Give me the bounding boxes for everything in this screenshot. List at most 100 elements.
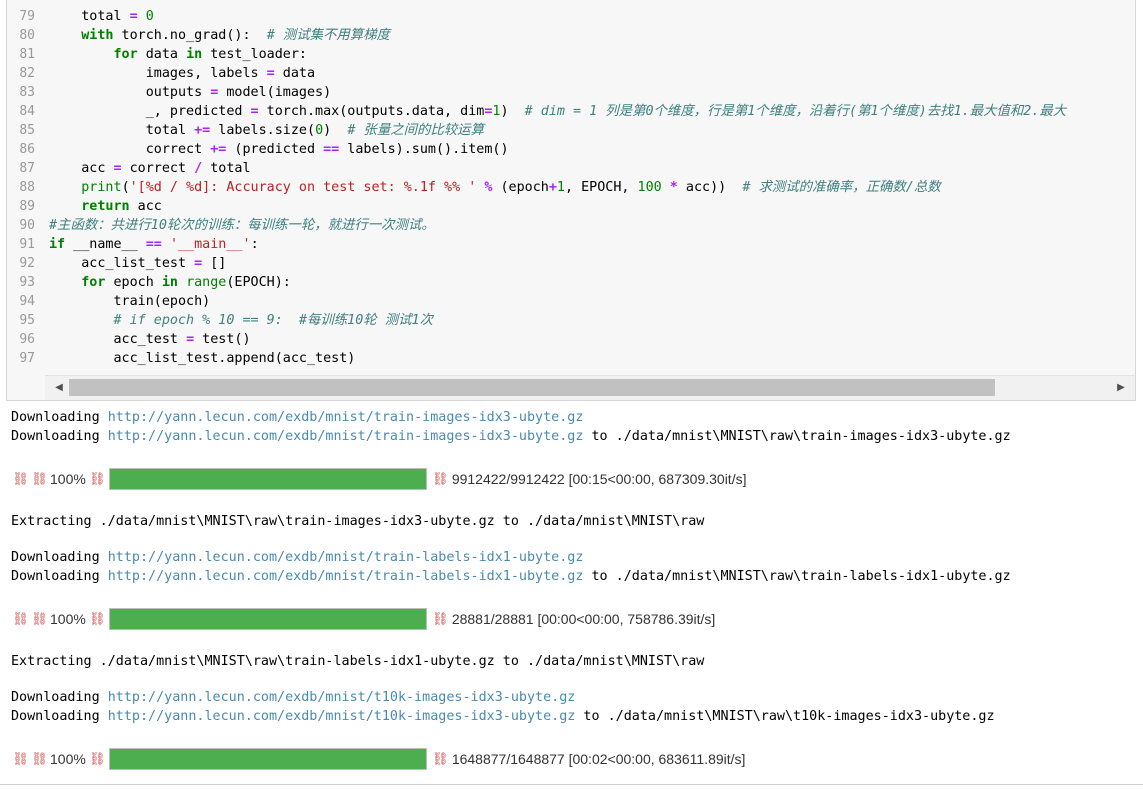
line-number: 91 <box>19 237 35 252</box>
horizontal-scrollbar[interactable]: ◀ ▶ <box>45 375 1135 400</box>
code-line[interactable]: 96 acc_test = test() <box>7 330 1135 349</box>
broken-image-icon: ⛓ <box>12 751 29 767</box>
code-line[interactable]: 95 # if epoch % 10 == 9: #每训练10轮 测试1次 <box>7 311 1135 330</box>
code-token: (EPOCH): <box>226 275 291 290</box>
download-url-link[interactable]: http://yann.lecun.com/exdb/mnist/train-l… <box>108 569 584 584</box>
code-token: acc_list_test <box>49 256 195 271</box>
code-line[interactable]: 87 acc = correct / total <box>7 159 1135 178</box>
line-number: 88 <box>19 180 35 195</box>
code-text: _, predicted = torch.max(outputs.data, d… <box>49 102 1066 121</box>
code-line[interactable]: 84 _, predicted = torch.max(outputs.data… <box>7 102 1135 121</box>
broken-image-icon: ⛓ <box>12 611 29 627</box>
output-text: Downloading <box>11 410 108 425</box>
download-url-link[interactable]: http://yann.lecun.com/exdb/mnist/t10k-im… <box>108 709 576 724</box>
code-cell[interactable]: 79 total = 0 80 with torch.no_grad(): # 测… <box>6 0 1136 401</box>
code-token: range <box>186 275 227 290</box>
code-line[interactable]: 86 correct += (predicted == labels).sum(… <box>7 140 1135 159</box>
line-number: 94 <box>19 294 35 309</box>
progress-stats: 1648877/1648877 [00:02<00:00, 683611.89i… <box>451 751 746 767</box>
code-token: total <box>49 123 195 138</box>
code-text: acc_test = test() <box>49 330 250 349</box>
download-url-link[interactable]: http://yann.lecun.com/exdb/mnist/train-l… <box>108 550 584 565</box>
code-token: [] <box>202 256 227 271</box>
code-line[interactable]: 90 #主函数：共进行10轮次的训练：每训练一轮，就进行一次测试。 <box>7 216 1135 235</box>
code-token: += <box>194 123 211 138</box>
code-line[interactable]: 83 outputs = model(images) <box>7 83 1135 102</box>
broken-image-icon: ⛓ <box>432 611 449 627</box>
code-token: in <box>186 47 203 62</box>
code-token: correct <box>121 161 195 176</box>
code-token: : <box>250 237 259 252</box>
code-line[interactable]: 82 images, labels = data <box>7 64 1135 83</box>
download-url-link[interactable]: http://yann.lecun.com/exdb/mnist/t10k-im… <box>108 690 576 705</box>
code-token: + <box>548 180 557 195</box>
output-line: Downloading http://yann.lecun.com/exdb/m… <box>11 707 1143 726</box>
code-editor[interactable]: 79 total = 0 80 with torch.no_grad(): # 测… <box>7 7 1135 368</box>
line-number: 95 <box>19 313 35 328</box>
code-line[interactable]: 81 for data in test_loader: <box>7 45 1135 64</box>
code-line[interactable]: 93 for epoch in range(EPOCH): <box>7 273 1135 292</box>
line-number: 79 <box>19 9 35 24</box>
code-token: 100 <box>637 180 662 195</box>
code-line[interactable]: 89 return acc <box>7 197 1135 216</box>
line-number: 90 <box>19 218 35 233</box>
code-line[interactable]: 85 total += labels.size(0) # 张量之间的比较运算 <box>7 121 1135 140</box>
code-token: labels.size( <box>210 123 316 138</box>
code-token: 0 <box>137 9 154 24</box>
code-line[interactable]: 80 with torch.no_grad(): # 测试集不用算梯度 <box>7 26 1135 45</box>
output-line: Downloading http://yann.lecun.com/exdb/m… <box>11 567 1143 586</box>
output-text: Extracting ./data/mnist\MNIST\raw\train-… <box>11 514 705 529</box>
code-token: = <box>194 256 203 271</box>
code-text: acc_list_test.append(acc_test) <box>49 349 355 368</box>
code-token: # dim = 1 列是第0个维度，行是第1个维度，沿着行(第1个维度)去找1.… <box>524 104 1067 119</box>
code-line[interactable]: 91 if __name__ == '__main__': <box>7 235 1135 254</box>
scrollbar-thumb[interactable] <box>69 379 995 396</box>
code-line[interactable]: 92 acc_list_test = [] <box>7 254 1135 273</box>
code-token: / <box>194 161 203 176</box>
code-token: print <box>49 180 122 195</box>
code-text: acc = correct / total <box>49 159 251 178</box>
code-text: total = 0 <box>49 7 154 26</box>
progress-stats: 9912422/9912422 [00:15<00:00, 687309.30i… <box>451 471 747 487</box>
progress-row: ⛓ ⛓ 100% ⛓ ⛓ 1648877/1648877 [00:02<00:00, 68… <box>11 747 1143 771</box>
code-token: labels).sum().item() <box>339 142 509 157</box>
code-token: (predicted <box>226 142 324 157</box>
progress-row: ⛓ ⛓ 100% ⛓ ⛓ 9912422/9912422 [00:15<00:00, 68… <box>11 467 1143 491</box>
code-token: acc)) <box>677 180 743 195</box>
code-token: total <box>202 161 251 176</box>
output-text: to ./data/mnist\MNIST\raw\train-labels-i… <box>583 569 1011 584</box>
code-token: outputs <box>49 85 211 100</box>
code-token: __name__ <box>65 237 146 252</box>
code-token: return <box>49 199 130 214</box>
download-url-link[interactable]: http://yann.lecun.com/exdb/mnist/train-i… <box>108 429 584 444</box>
code-text: # if epoch % 10 == 9: #每训练10轮 测试1次 <box>49 311 433 330</box>
cell-output: Downloading http://yann.lecun.com/exdb/m… <box>11 408 1143 775</box>
scroll-right-arrow-icon[interactable]: ▶ <box>1113 380 1129 396</box>
code-token: = <box>266 66 275 81</box>
line-number: 83 <box>19 85 35 100</box>
code-line[interactable]: 97 acc_list_test.append(acc_test) <box>7 349 1135 368</box>
code-line[interactable]: 94 train(epoch) <box>7 292 1135 311</box>
code-text: train(epoch) <box>49 292 210 311</box>
code-line[interactable]: 79 total = 0 <box>7 7 1135 26</box>
code-token: # if epoch % 10 == 9: #每训练10轮 测试1次 <box>49 313 433 328</box>
line-number: 86 <box>19 142 35 157</box>
code-line[interactable]: 88 print('[%d / %d]: Accuracy on test se… <box>7 178 1135 197</box>
progress-percent: 100% <box>50 611 86 627</box>
code-token: # 测试集不用算梯度 <box>266 28 390 43</box>
broken-image-icon: ⛓ <box>89 751 106 767</box>
broken-image-icon: ⛓ <box>89 471 106 487</box>
output-line: Downloading http://yann.lecun.com/exdb/m… <box>11 427 1143 446</box>
download-url-link[interactable]: http://yann.lecun.com/exdb/mnist/train-i… <box>108 410 584 425</box>
code-token: = <box>250 104 259 119</box>
code-token: torch.no_grad(): <box>113 28 267 43</box>
code-token: in <box>161 275 178 290</box>
scroll-left-arrow-icon[interactable]: ◀ <box>51 380 67 396</box>
code-token: test_loader: <box>202 47 307 62</box>
code-text: acc_list_test = [] <box>49 254 226 273</box>
line-number: 96 <box>19 332 35 347</box>
code-token: 1 <box>556 180 565 195</box>
